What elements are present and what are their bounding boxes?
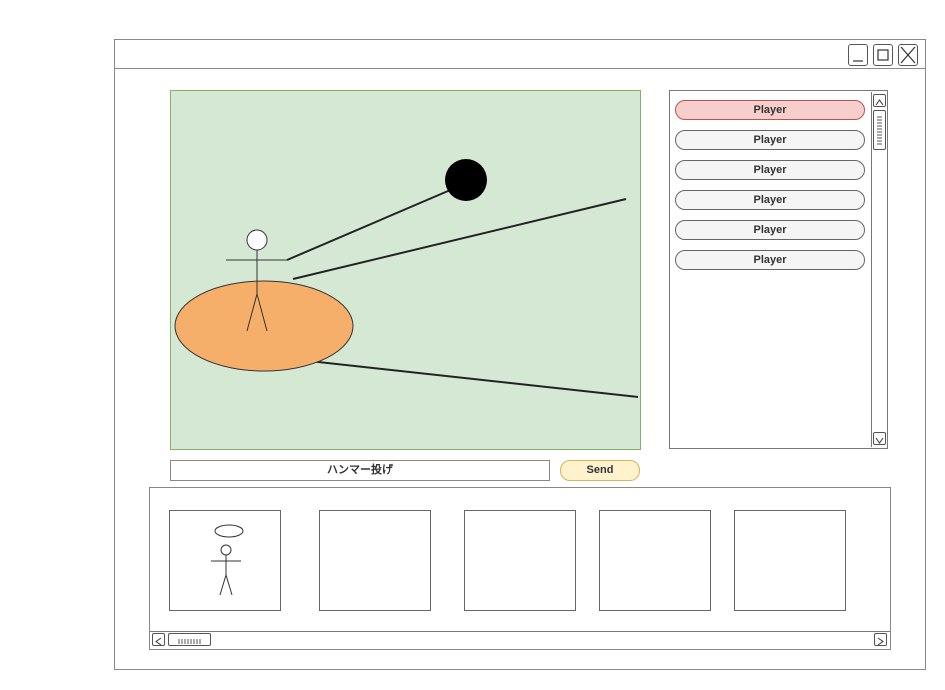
- player-item[interactable]: Player: [675, 190, 865, 210]
- sector-line-lower: [290, 358, 639, 398]
- scroll-thumb[interactable]: [168, 633, 211, 646]
- send-button[interactable]: Send: [560, 460, 640, 481]
- player-item[interactable]: Player: [675, 250, 865, 270]
- game-field[interactable]: [170, 90, 641, 450]
- player-avatar: [211, 524, 244, 596]
- scroll-down-icon[interactable]: [873, 432, 886, 445]
- chat-input[interactable]: ハンマー投げ: [170, 460, 550, 481]
- scroll-up-icon[interactable]: [873, 94, 886, 107]
- titlebar-divider: [114, 68, 926, 69]
- hammer-ball: [445, 159, 487, 201]
- player-item[interactable]: Player: [675, 160, 865, 180]
- player-item[interactable]: Player: [675, 100, 865, 120]
- thumbnail-slot[interactable]: [319, 510, 431, 611]
- player-item[interactable]: Player: [675, 130, 865, 150]
- player-item[interactable]: Player: [675, 220, 865, 240]
- thumbnail-slot[interactable]: [599, 510, 711, 611]
- minimize-icon[interactable]: [848, 44, 868, 66]
- hammer-wire: [286, 187, 456, 261]
- scroll-right-icon[interactable]: [874, 633, 887, 646]
- scroll-thumb[interactable]: [873, 110, 886, 150]
- thumbnail-slot[interactable]: [734, 510, 846, 611]
- sector-line-upper: [292, 198, 627, 280]
- thumbnail-slot[interactable]: [169, 510, 281, 611]
- maximize-icon[interactable]: [873, 44, 893, 66]
- close-icon[interactable]: [898, 44, 918, 66]
- game-scene: [174, 159, 639, 398]
- throwing-circle: [174, 280, 354, 372]
- scroll-left-icon[interactable]: [152, 633, 165, 646]
- thumbnail-slot[interactable]: [464, 510, 576, 611]
- thumbnail-scrollbar[interactable]: [150, 631, 890, 648]
